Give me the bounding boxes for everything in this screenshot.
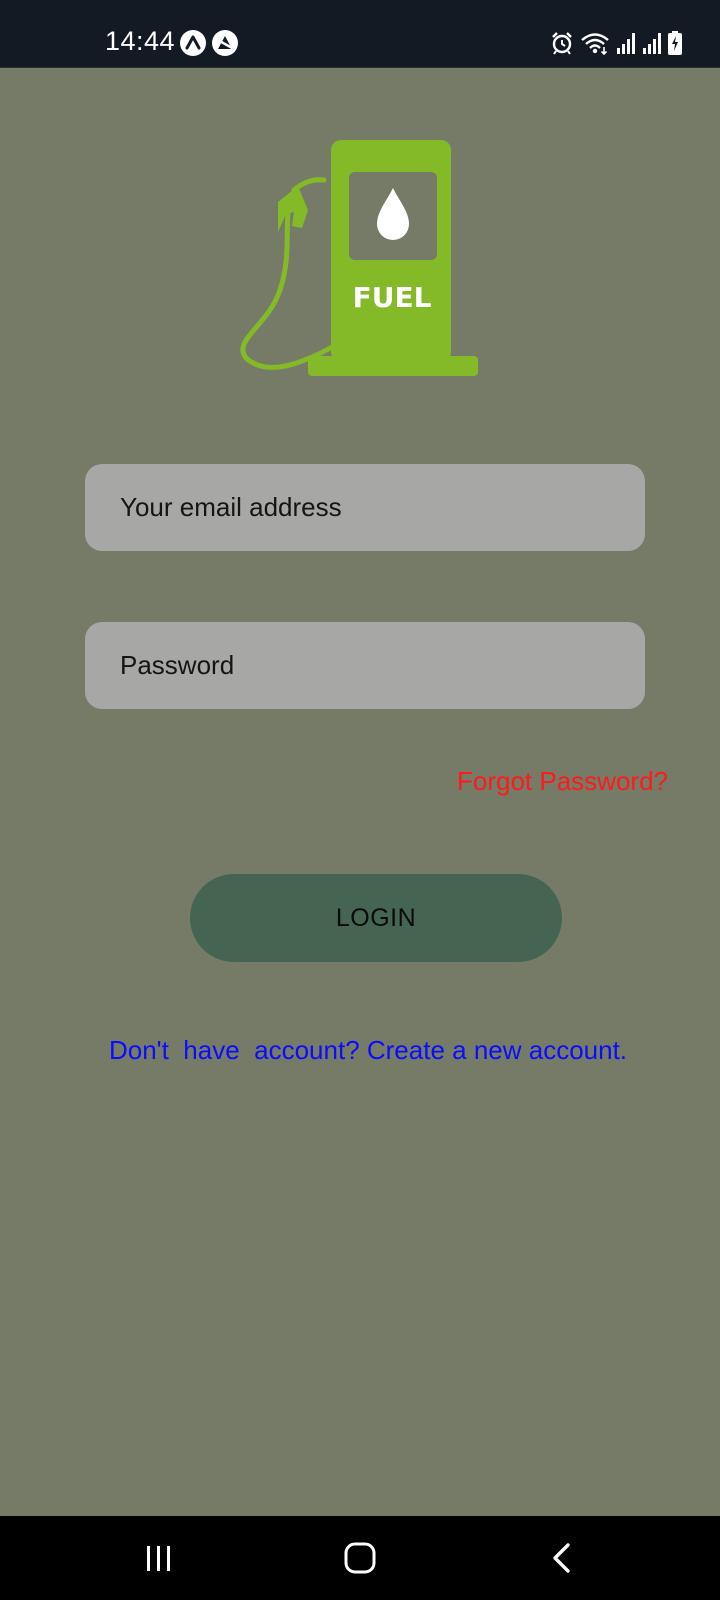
create-account-link[interactable]: Don't have account? Create a new account…: [0, 1035, 720, 1066]
logo-text: FUEL: [352, 281, 432, 314]
navigation-bar: [0, 1516, 720, 1600]
app-a-icon: [180, 30, 206, 56]
email-input[interactable]: [85, 464, 645, 551]
home-button[interactable]: [300, 1516, 420, 1600]
login-button[interactable]: LOGIN: [190, 874, 562, 962]
recent-apps-button[interactable]: [99, 1516, 219, 1600]
status-bar: 14:44: [0, 0, 720, 68]
back-button[interactable]: [502, 1516, 622, 1600]
password-input[interactable]: [85, 622, 645, 709]
back-icon: [553, 1543, 570, 1573]
home-icon: [344, 1542, 376, 1574]
fuel-pump-logo: FUEL: [238, 140, 484, 382]
alarm-icon: [550, 31, 574, 55]
status-time: 14:44: [105, 26, 176, 56]
app-b-icon: [212, 30, 238, 56]
battery-charging-icon: [668, 31, 682, 55]
status-system-icons: [550, 30, 682, 56]
recent-apps-icon: [147, 1546, 170, 1571]
signal-icon: [616, 31, 636, 55]
forgot-password-link[interactable]: Forgot Password?: [457, 766, 668, 797]
email-field[interactable]: [85, 464, 645, 551]
signal-icon: [642, 31, 662, 55]
fuel-pump-icon: [240, 140, 478, 376]
password-field[interactable]: [85, 622, 645, 709]
wifi-icon: [580, 31, 610, 55]
